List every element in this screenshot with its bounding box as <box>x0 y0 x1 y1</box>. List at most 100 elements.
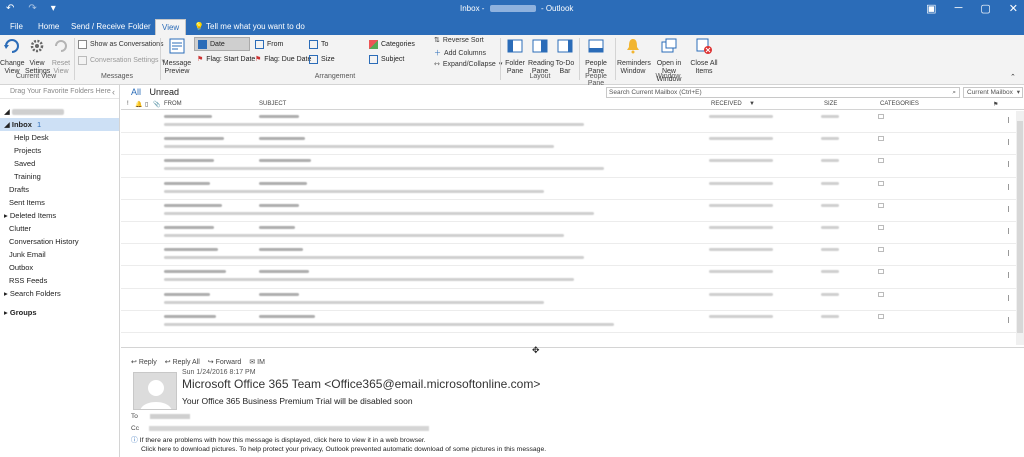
folder-sent-items[interactable]: Sent Items <box>0 196 119 209</box>
list-scrollbar[interactable] <box>1016 111 1024 345</box>
table-row[interactable] <box>121 155 1016 178</box>
info-bar[interactable]: ⓘ If there are problems with how this me… <box>131 436 546 454</box>
folder-pane-button[interactable]: Folder Pane <box>503 37 527 76</box>
category-box[interactable] <box>878 313 884 319</box>
table-row[interactable] <box>121 222 1016 245</box>
todo-bar-button[interactable]: To-Do Bar <box>553 37 577 76</box>
folder-inbox[interactable]: ◢ Inbox 1 <box>0 118 119 131</box>
tab-folder[interactable]: Folder <box>122 19 157 35</box>
reply-button[interactable]: ↩ Reply <box>131 358 157 366</box>
importance-col-icon[interactable]: ! <box>127 101 129 107</box>
folder-clutter[interactable]: Clutter <box>0 222 119 235</box>
table-row[interactable] <box>121 200 1016 222</box>
table-row[interactable] <box>121 111 1016 134</box>
col-size[interactable]: SIZE <box>824 101 837 107</box>
category-box[interactable] <box>878 291 884 297</box>
attachment-col-icon[interactable]: 📎 <box>153 101 160 108</box>
reminder-col-icon[interactable]: 🔔 <box>135 101 142 108</box>
minimize-icon[interactable]: ─ <box>955 2 963 15</box>
scrollbar-thumb[interactable] <box>1017 121 1023 333</box>
search-input[interactable]: Search Current Mailbox (Ctrl+E) ⌕ <box>606 87 960 98</box>
reply-all-button[interactable]: ↩ Reply All <box>165 358 200 366</box>
tab-view[interactable]: View <box>155 19 187 35</box>
folder-projects[interactable]: Projects <box>0 144 119 157</box>
arrange-from[interactable]: From <box>252 37 286 51</box>
flag-icon[interactable] <box>1008 250 1014 257</box>
flag-icon[interactable] <box>1008 294 1014 301</box>
view-settings-button[interactable]: View Settings <box>25 37 50 76</box>
account-root[interactable]: ◢ <box>0 105 119 118</box>
tell-me-box[interactable]: 💡 Tell me what you want to do <box>188 19 311 35</box>
table-row[interactable] <box>121 311 1016 333</box>
change-view-button[interactable]: Change View <box>0 37 25 76</box>
expand-collapse-button[interactable]: ⇿Expand/Collapse▾ <box>434 60 502 69</box>
search-scope-select[interactable]: Current Mailbox ▾ <box>963 87 1023 98</box>
collapse-ribbon-icon[interactable]: ⌃ <box>1010 73 1016 81</box>
people-pane-button[interactable]: People Pane <box>582 37 610 76</box>
filter-all[interactable]: All <box>131 87 141 97</box>
undo-icon[interactable]: ↶ <box>6 3 14 14</box>
flag-icon[interactable] <box>1008 205 1014 212</box>
col-received[interactable]: RECEIVED <box>711 101 742 107</box>
category-box[interactable] <box>878 202 884 208</box>
folder-deleted-items[interactable]: ▸ Deleted Items <box>0 209 119 222</box>
groups-section[interactable]: ▸ Groups <box>0 306 119 319</box>
folder-drafts[interactable]: Drafts <box>0 183 119 196</box>
table-row[interactable] <box>121 133 1016 156</box>
flag-col-icon[interactable]: ⚑ <box>993 101 998 108</box>
col-categories[interactable]: CATEGORIES <box>880 101 919 107</box>
reading-pane-button[interactable]: Reading Pane <box>528 37 554 76</box>
arrange-categories[interactable]: Categories <box>366 37 418 51</box>
arrange-subject[interactable]: Subject <box>366 52 407 66</box>
maximize-icon[interactable]: ▢ <box>980 2 990 15</box>
flag-icon[interactable] <box>1008 139 1014 146</box>
category-box[interactable] <box>878 269 884 275</box>
category-box[interactable] <box>878 114 884 119</box>
col-subject[interactable]: SUBJECT <box>259 101 286 107</box>
add-columns-button[interactable]: ＋ Add Columns <box>434 48 486 58</box>
ribbon-display-icon[interactable]: ▣ <box>926 2 936 15</box>
arrange-flag-start[interactable]: ⚑ Flag: Start Date <box>194 52 258 66</box>
conversation-settings-button[interactable]: Conversation Settings ▾ <box>78 56 165 65</box>
folder-training[interactable]: Training <box>0 170 119 183</box>
folder-conversation-history[interactable]: Conversation History <box>0 235 119 248</box>
icon-col-icon[interactable]: ▯ <box>145 101 148 108</box>
folder-search-folders[interactable]: ▸ Search Folders <box>0 287 119 300</box>
reset-view-button[interactable]: Reset View <box>50 37 72 76</box>
flag-icon[interactable] <box>1008 227 1014 234</box>
arrange-to[interactable]: To <box>306 37 331 51</box>
qat-dropdown-icon[interactable]: ▾ <box>51 3 56 14</box>
filter-unread[interactable]: Unread <box>150 87 180 97</box>
splitter-handle-icon[interactable]: ✥ <box>532 345 540 356</box>
flag-icon[interactable] <box>1008 161 1014 168</box>
forward-button[interactable]: ↪ Forward <box>208 358 242 366</box>
arrange-date[interactable]: Date <box>194 37 250 51</box>
table-row[interactable] <box>121 266 1016 289</box>
flag-icon[interactable] <box>1008 117 1014 123</box>
folder-junk-email[interactable]: Junk Email <box>0 248 119 261</box>
category-box[interactable] <box>878 224 884 230</box>
table-row[interactable] <box>121 178 1016 200</box>
folder-help-desk[interactable]: Help Desk <box>0 131 119 144</box>
close-all-items-button[interactable]: Close All Items <box>690 37 718 76</box>
category-box[interactable] <box>878 180 884 186</box>
tab-file[interactable]: File <box>4 19 29 35</box>
flag-icon[interactable] <box>1008 183 1014 190</box>
reminders-window-button[interactable]: Reminders Window <box>617 37 651 76</box>
reverse-sort-button[interactable]: ⇅ Reverse Sort <box>434 36 484 45</box>
table-row[interactable] <box>121 289 1016 311</box>
redo-icon[interactable]: ↷ <box>28 3 36 14</box>
close-icon[interactable]: ✕ <box>1009 2 1018 15</box>
flag-icon[interactable] <box>1008 316 1014 323</box>
im-button[interactable]: ✉ IM <box>249 358 265 366</box>
folder-saved[interactable]: Saved <box>0 157 119 170</box>
collapse-pane-icon[interactable]: ‹ <box>112 85 115 99</box>
flag-icon[interactable] <box>1008 272 1014 279</box>
category-box[interactable] <box>878 247 884 253</box>
col-from[interactable]: FROM <box>164 101 182 107</box>
show-as-conversations-checkbox[interactable]: Show as Conversations <box>78 40 164 49</box>
tab-home[interactable]: Home <box>32 19 65 35</box>
folder-rss-feeds[interactable]: RSS Feeds <box>0 274 119 287</box>
category-box[interactable] <box>878 136 884 142</box>
folder-outbox[interactable]: Outbox <box>0 261 119 274</box>
